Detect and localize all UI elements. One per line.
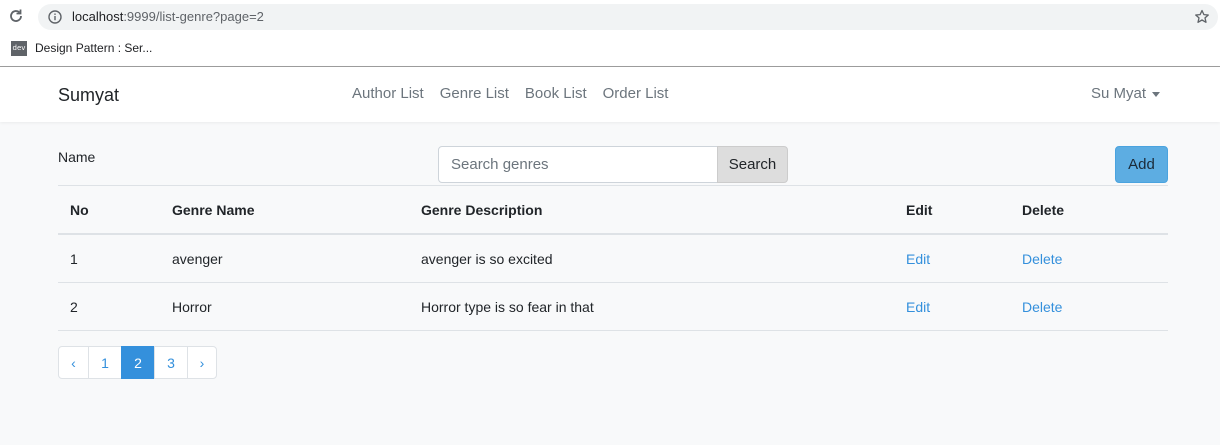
top-navbar: Sumyat Author List Genre List Book List … <box>0 67 1220 122</box>
add-button[interactable]: Add <box>1115 146 1168 183</box>
name-label: Name <box>58 149 96 165</box>
row-no: 1 <box>58 234 160 283</box>
search-input[interactable] <box>438 146 718 183</box>
info-icon[interactable] <box>48 10 62 24</box>
edit-cell: Edit <box>894 282 1010 331</box>
page-3-button[interactable]: 3 <box>154 346 188 379</box>
genre-table: No Genre Name Genre Description Edit Del… <box>58 185 1168 331</box>
browser-toolbar: localhost:9999/list-genre?page=2 <box>0 0 1220 34</box>
dev-favicon-icon: dev <box>11 41 27 56</box>
delete-cell: Delete <box>1010 234 1168 283</box>
delete-link[interactable]: Delete <box>1022 251 1062 267</box>
header-edit: Edit <box>894 185 1010 235</box>
edit-link[interactable]: Edit <box>906 299 930 315</box>
pagination: ‹ 1 2 3 › <box>58 346 217 379</box>
edit-link[interactable]: Edit <box>906 251 930 267</box>
row-genre-name: Horror <box>160 282 409 331</box>
search-button[interactable]: Search <box>717 146 788 183</box>
edit-cell: Edit <box>894 234 1010 283</box>
table-header-row: No Genre Name Genre Description Edit Del… <box>58 185 1168 235</box>
nav-link-author-list[interactable]: Author List <box>352 85 424 102</box>
header-genre-description: Genre Description <box>409 185 894 235</box>
page-prev-button[interactable]: ‹ <box>58 346 89 379</box>
nav-link-genre-list[interactable]: Genre List <box>440 85 509 102</box>
url-path: :9999/list-genre?page=2 <box>123 9 264 24</box>
bookmark-star-icon[interactable] <box>1194 9 1210 25</box>
user-name: Su Myat <box>1090 85 1146 102</box>
url-host: localhost <box>72 9 124 24</box>
bookmarks-bar: dev Design Pattern : Ser... <box>0 34 1220 67</box>
caret-down-icon <box>1152 91 1160 97</box>
page-next-button[interactable]: › <box>187 346 217 379</box>
row-genre-description: Horror type is so fear in that <box>409 282 894 331</box>
reload-icon[interactable] <box>8 8 24 24</box>
row-genre-description: avenger is so excited <box>409 234 894 283</box>
brand-logo[interactable]: Sumyat <box>58 85 119 106</box>
header-genre-name: Genre Name <box>160 185 409 235</box>
header-no: No <box>58 185 160 235</box>
user-dropdown[interactable]: Su Myat <box>1091 85 1160 102</box>
url-text: localhost:9999/list-genre?page=2 <box>72 9 264 24</box>
page-1-button[interactable]: 1 <box>88 346 122 379</box>
table-row: 1 avenger avenger is so excited Edit Del… <box>58 234 1168 283</box>
nav-link-book-list[interactable]: Book List <box>525 85 587 102</box>
address-bar[interactable]: localhost:9999/list-genre?page=2 <box>38 4 1218 30</box>
row-genre-name: avenger <box>160 234 409 283</box>
bookmark-design-pattern[interactable]: Design Pattern : Ser... <box>35 41 152 55</box>
nav-links: Author List Genre List Book List Order L… <box>352 85 668 102</box>
page-2-button[interactable]: 2 <box>121 346 155 379</box>
delete-link[interactable]: Delete <box>1022 299 1062 315</box>
delete-cell: Delete <box>1010 282 1168 331</box>
nav-link-order-list[interactable]: Order List <box>603 85 669 102</box>
row-no: 2 <box>58 282 160 331</box>
table-row: 2 Horror Horror type is so fear in that … <box>58 282 1168 331</box>
header-delete: Delete <box>1010 185 1168 235</box>
